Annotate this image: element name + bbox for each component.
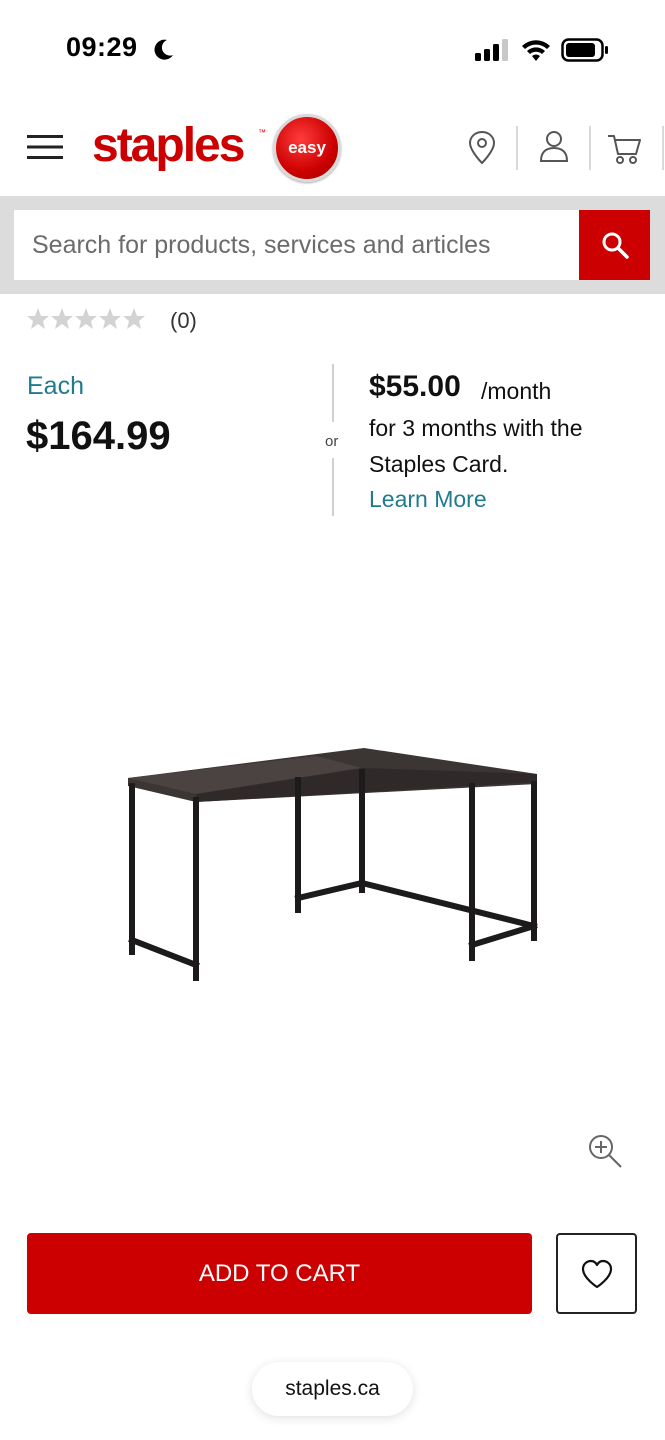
zoom-in-icon[interactable] xyxy=(586,1132,624,1170)
status-bar: 09:29 xyxy=(0,0,665,100)
price-divider xyxy=(332,458,334,516)
star-icon xyxy=(51,308,73,329)
search-button[interactable] xyxy=(579,210,650,280)
easy-badge-label: easy xyxy=(288,138,326,157)
monthly-payment-amount: $55.00 xyxy=(369,370,461,403)
star-icon xyxy=(123,308,145,329)
menu-icon[interactable] xyxy=(27,133,63,161)
header-divider xyxy=(589,126,591,170)
search-icon xyxy=(602,232,629,259)
rating-count[interactable]: (0) xyxy=(170,308,197,334)
header-divider xyxy=(662,126,664,170)
star-icon xyxy=(99,308,121,329)
add-to-cart-button[interactable]: ADD TO CART xyxy=(27,1233,532,1314)
price-divider xyxy=(332,364,334,422)
search-bar xyxy=(0,196,665,294)
cart-icon[interactable] xyxy=(604,126,644,170)
product-page: 09:29 staples ™ easy Search for products… xyxy=(0,0,665,1440)
search-input[interactable] xyxy=(14,210,579,280)
monthly-payment-unit: /month xyxy=(481,378,552,404)
star-icon xyxy=(27,308,49,329)
star-icon xyxy=(75,308,97,329)
status-time: 09:29 xyxy=(66,32,138,62)
staples-logo[interactable]: staples xyxy=(92,118,245,173)
learn-more-link[interactable]: Learn More xyxy=(369,486,487,513)
financing-terms-line1: for 3 months with the xyxy=(369,415,583,441)
heart-icon xyxy=(581,1259,612,1288)
logo-trademark: ™ xyxy=(258,128,266,137)
rating-stars[interactable] xyxy=(26,307,146,331)
browser-url-bar[interactable]: staples.ca xyxy=(252,1362,413,1416)
product-price: $164.99 xyxy=(26,414,171,458)
easy-button-badge[interactable]: easy xyxy=(273,114,341,182)
site-header: staples ™ easy xyxy=(0,100,665,196)
browser-url-text: staples.ca xyxy=(285,1377,380,1400)
header-divider xyxy=(516,126,518,170)
location-pin-icon[interactable] xyxy=(462,126,502,170)
battery-icon xyxy=(561,38,608,62)
wifi-icon xyxy=(522,40,550,61)
price-or-label: or xyxy=(325,433,339,450)
financing-terms-line2: Staples Card. xyxy=(369,451,509,477)
moon-icon xyxy=(154,39,173,60)
signal-icon xyxy=(475,39,508,61)
price-unit-label: Each xyxy=(27,372,84,400)
wishlist-button[interactable] xyxy=(556,1233,637,1314)
account-icon[interactable] xyxy=(534,126,574,170)
l-shaped-desk-image[interactable] xyxy=(120,740,545,990)
